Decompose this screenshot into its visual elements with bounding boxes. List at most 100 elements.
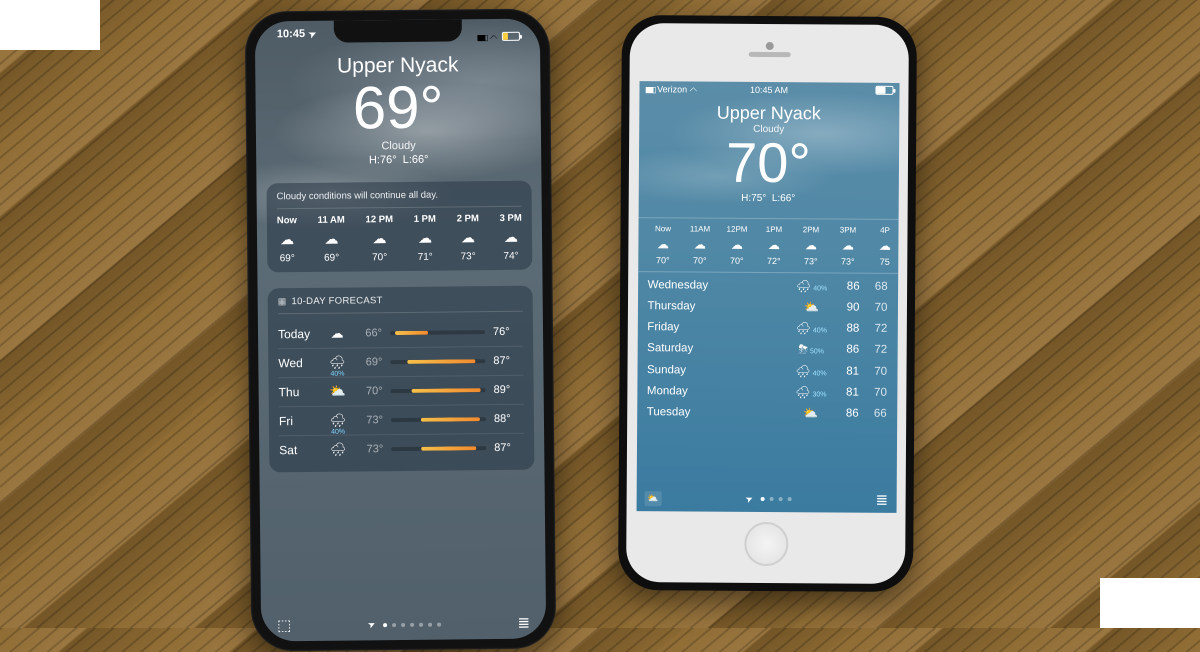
bezel-top	[630, 23, 909, 83]
page-dot[interactable]	[383, 623, 387, 627]
hourly-column: 12 PM ☁ 70°	[365, 214, 393, 263]
forecast-caption: 10-DAY FORECAST	[278, 294, 523, 315]
location-arrow-icon	[746, 493, 754, 504]
weather-icon: 🌧30%	[791, 385, 831, 399]
forecast-row[interactable]: Thu ⛅ 70° 89°	[278, 375, 523, 407]
page-dot[interactable]	[401, 622, 405, 626]
front-camera	[765, 42, 773, 50]
forecast-row[interactable]: Fri 🌧40% 73° 88°	[279, 404, 524, 436]
hourly-forecast-card[interactable]: Cloudy conditions will continue all day.…	[266, 181, 532, 273]
page-dot[interactable]	[410, 622, 414, 626]
page-dot[interactable]	[428, 622, 432, 626]
page-dot[interactable]	[392, 623, 396, 627]
page-dots[interactable]	[746, 493, 792, 504]
hourly-column: 2PM ☁ 73°	[794, 225, 828, 266]
hour-temp: 73°	[841, 257, 855, 267]
forecast-row[interactable]: Today ☁ 66° 76°	[278, 318, 523, 349]
condition-label: Cloudy	[639, 123, 899, 136]
high-label: H:75°	[741, 193, 766, 204]
high-temp: 90	[831, 301, 859, 313]
page-dot[interactable]	[787, 497, 791, 501]
location-list-icon[interactable]	[517, 614, 530, 633]
low-temp: 70	[859, 301, 887, 313]
weather-icon: 🌧40%	[791, 321, 831, 335]
weather-icon: ⛅	[323, 384, 353, 400]
high-temp: 86	[831, 343, 859, 355]
daily-row[interactable]: Saturday ⛈50% 86 72	[647, 337, 887, 361]
page-dots[interactable]	[368, 619, 441, 631]
hourly-column: 2 PM ☁ 73°	[457, 213, 480, 262]
hourly-forecast-strip[interactable]: Now ☁ 70°11AM ☁ 70°12PM ☁ 70°1PM ☁ 72°2P…	[638, 217, 898, 274]
temp-range-bar	[390, 359, 485, 364]
precip-label: 40%	[813, 370, 827, 377]
phone-right-screen: Verizon 10:45 AM Upper Nyack Cloudy 70° …	[636, 81, 899, 513]
daily-row[interactable]: Friday 🌧40% 88 72	[647, 316, 887, 339]
day-label: Sat	[279, 443, 323, 457]
wifi-icon	[490, 27, 498, 45]
ten-day-forecast-card[interactable]: 10-DAY FORECAST Today ☁ 66° 76°Wed 🌧40% …	[268, 286, 535, 473]
condition-label: Cloudy	[256, 139, 541, 154]
high-temp: 88	[831, 322, 859, 334]
daily-forecast-list[interactable]: Wednesday 🌧40% 86 68Thursday ⛅ 90 70Frid…	[637, 272, 898, 424]
day-label: Tuesday	[647, 406, 791, 419]
cloud-icon: ☁	[805, 238, 817, 252]
hour-label: 1 PM	[414, 214, 436, 225]
hourly-column: Now ☁ 70°	[646, 224, 680, 265]
hour-label: 11 AM	[318, 215, 345, 226]
hour-label: 3PM	[840, 226, 857, 235]
forecast-caption-text: 10-DAY FORECAST	[291, 295, 382, 307]
weather-icon: ⛅	[791, 300, 831, 314]
forecast-row[interactable]: Sat 🌧 73° 87°	[279, 433, 524, 465]
daily-row[interactable]: Tuesday ⛅ 86 66	[647, 401, 887, 424]
signal-icon	[477, 27, 487, 45]
battery-icon	[875, 86, 893, 95]
cloud-icon: ☁	[842, 239, 854, 253]
day-label: Thursday	[647, 300, 791, 313]
daily-row[interactable]: Sunday 🌧40% 81 70	[647, 359, 887, 382]
weather-icon: 🌧40%	[791, 364, 831, 378]
location-list-icon[interactable]	[875, 491, 888, 509]
daily-row[interactable]: Wednesday 🌧40% 86 68	[648, 274, 888, 297]
page-dot[interactable]	[769, 497, 773, 501]
page-dot[interactable]	[760, 497, 764, 501]
hour-temp: 74°	[503, 251, 518, 262]
low-temp: 68	[860, 280, 888, 292]
bottom-toolbar	[261, 613, 546, 635]
precip-label: 40%	[813, 327, 827, 334]
earpiece-speaker	[748, 52, 790, 57]
page-dot[interactable]	[778, 497, 782, 501]
daily-row[interactable]: Thursday ⛅ 90 70	[647, 295, 887, 318]
page-dot[interactable]	[419, 622, 423, 626]
weather-channel-icon[interactable]: ⛅	[644, 491, 661, 506]
high-temp: 89°	[494, 384, 524, 396]
hourly-column: Now ☁ 69°	[277, 215, 298, 264]
forecast-row[interactable]: Wed 🌧40% 69° 87°	[278, 346, 523, 378]
status-right	[477, 27, 520, 45]
current-temperature: 70°	[638, 134, 898, 192]
map-icon[interactable]	[277, 616, 291, 635]
hour-label: Now	[655, 224, 671, 233]
precip-label: 50%	[810, 348, 824, 355]
precip-label: 30%	[812, 391, 826, 398]
calendar-icon	[278, 296, 287, 307]
hour-label: 2 PM	[457, 213, 479, 224]
low-temp: 70	[859, 386, 887, 398]
hour-temp: 69°	[324, 253, 339, 264]
status-time: 10:45 AM	[639, 84, 899, 96]
hourly-column: 11 AM ☁ 69°	[318, 215, 346, 264]
precip-label: 40%	[322, 371, 352, 378]
hour-temp: 70°	[730, 256, 744, 266]
hour-temp: 73°	[804, 256, 818, 266]
hourly-column: 12PM ☁ 70°	[720, 225, 754, 266]
cloud-icon: ☁	[504, 229, 518, 246]
day-label: Monday	[647, 385, 791, 398]
home-button[interactable]	[744, 522, 788, 566]
day-label: Thu	[279, 385, 323, 399]
page-dot[interactable]	[437, 622, 441, 626]
cloud-icon: ☁	[879, 239, 891, 253]
hour-label: 3 PM	[500, 213, 522, 224]
daily-row[interactable]: Monday 🌧30% 81 70	[647, 380, 887, 403]
location-name: Upper Nyack	[639, 102, 899, 125]
day-label: Wed	[278, 356, 322, 370]
cloud-icon: ☁	[731, 238, 743, 252]
